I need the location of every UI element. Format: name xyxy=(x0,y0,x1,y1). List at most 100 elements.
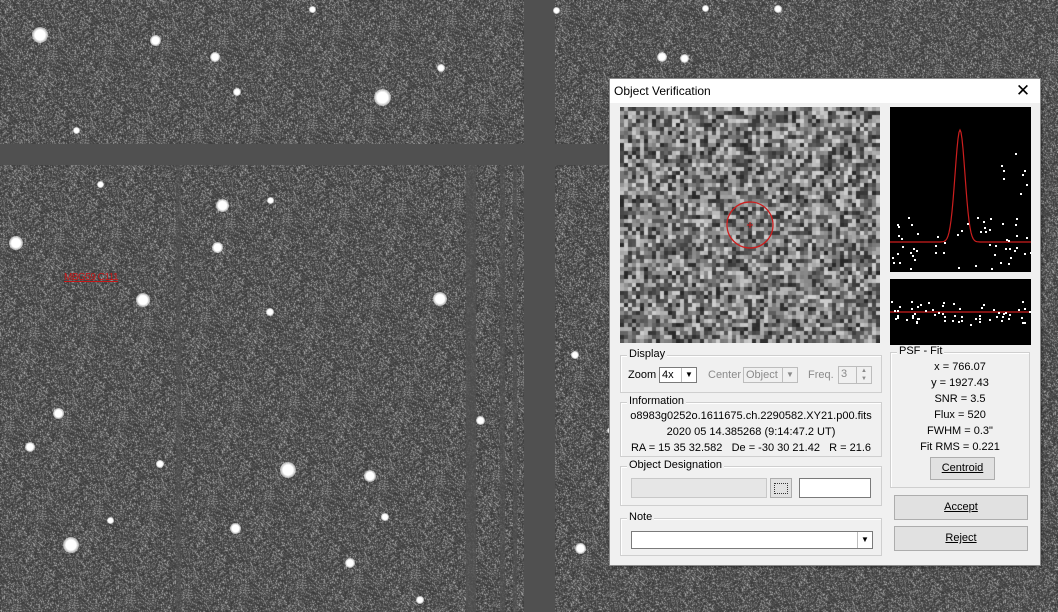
chevron-down-icon[interactable]: ▼ xyxy=(857,532,872,548)
reject-button[interactable]: Reject xyxy=(894,526,1028,551)
profile-point xyxy=(989,244,991,246)
centroid-button[interactable]: Centroid xyxy=(930,457,995,480)
profile-point xyxy=(935,245,937,247)
profile-point xyxy=(901,238,903,240)
profile-point xyxy=(985,231,987,233)
profile-point xyxy=(1026,237,1028,239)
profile-point xyxy=(958,267,960,269)
residual-point xyxy=(897,317,899,319)
object-stamp-image[interactable] xyxy=(620,107,880,343)
star xyxy=(215,198,229,212)
center-select[interactable]: Object ▼ xyxy=(743,367,798,383)
zoom-select[interactable]: 4x ▼ xyxy=(659,367,697,383)
profile-point xyxy=(1003,178,1005,180)
psf-snr: SNR = 3.5 xyxy=(934,393,986,405)
psf-x: x = 766.07 xyxy=(934,361,986,373)
object-verification-dialog: Object Verification ✕ Display Zoom 4x ▼ … xyxy=(609,78,1041,566)
profile-point xyxy=(1002,223,1004,225)
freq-spinner[interactable]: 3 ▲ ▼ xyxy=(838,366,872,384)
profile-point xyxy=(1008,240,1010,242)
crosshair-icon xyxy=(747,222,753,228)
profile-point xyxy=(910,268,912,270)
residual-point xyxy=(961,316,963,318)
residual-point xyxy=(983,304,985,306)
star xyxy=(416,596,424,604)
residual-point xyxy=(920,304,922,306)
psf-fit-group-label: PSF - Fit xyxy=(897,345,945,357)
residual-point xyxy=(1009,314,1011,316)
title-bar[interactable]: Object Verification ✕ xyxy=(610,79,1040,103)
profile-point xyxy=(893,262,895,264)
star xyxy=(25,442,35,452)
residual-point xyxy=(894,310,896,312)
residual-point xyxy=(911,301,913,303)
star xyxy=(106,516,114,524)
star xyxy=(149,34,161,46)
profile-point xyxy=(943,252,945,254)
profile-point xyxy=(1022,174,1024,176)
residual-point xyxy=(959,308,961,310)
residual-point xyxy=(961,320,963,322)
spin-up-icon[interactable]: ▲ xyxy=(856,367,871,375)
information-group: Information o8983g0252o.1611675.ch.22905… xyxy=(620,395,882,457)
accept-button[interactable]: Accept xyxy=(894,495,1028,520)
chevron-down-icon[interactable]: ▼ xyxy=(782,368,797,382)
freq-value: 3 xyxy=(841,368,848,380)
center-value: Object xyxy=(746,369,778,381)
close-icon[interactable]: ✕ xyxy=(1012,80,1034,102)
profile-point xyxy=(937,236,939,238)
residual-point xyxy=(944,316,946,318)
star xyxy=(657,52,667,62)
residual-point xyxy=(942,313,944,315)
profile-point xyxy=(991,268,993,270)
residual-point xyxy=(1002,316,1004,318)
residual-point xyxy=(1003,313,1005,315)
residual-point xyxy=(981,307,983,309)
note-select[interactable]: ▼ xyxy=(631,531,873,549)
residual-point xyxy=(1024,322,1026,324)
residual-point xyxy=(1022,322,1024,324)
residual-point xyxy=(897,310,899,312)
profile-point xyxy=(1001,165,1003,167)
profile-point xyxy=(910,252,912,254)
star xyxy=(571,351,579,359)
star xyxy=(52,407,64,419)
psf-profile-svg xyxy=(890,128,1031,270)
residual-point xyxy=(996,316,998,318)
profile-point xyxy=(1003,170,1005,172)
residual-point xyxy=(1021,317,1023,319)
star xyxy=(63,537,79,553)
residual-point xyxy=(1024,308,1026,310)
residual-point xyxy=(989,319,991,321)
residual-point xyxy=(1022,301,1024,303)
residual-point xyxy=(911,308,913,310)
star xyxy=(156,460,164,468)
residual-point xyxy=(942,305,944,307)
profile-point xyxy=(984,227,986,229)
star xyxy=(552,6,560,14)
ccd-stripe xyxy=(176,165,181,612)
designation-browse-button[interactable] xyxy=(770,478,792,498)
spin-down-icon[interactable]: ▼ xyxy=(856,375,871,383)
chevron-down-icon[interactable]: ▼ xyxy=(681,368,696,382)
profile-point xyxy=(898,226,900,228)
object-designation-label: Object Designation xyxy=(627,459,724,471)
center-label: Center xyxy=(708,369,742,381)
star xyxy=(381,513,389,521)
star xyxy=(266,196,274,204)
psf-profile-plot xyxy=(890,107,1031,272)
profile-point xyxy=(1010,257,1012,259)
profile-point xyxy=(961,230,963,232)
star xyxy=(229,522,241,534)
stamp-overlay xyxy=(726,201,774,249)
designation-extra-field[interactable] xyxy=(799,478,871,498)
profile-point xyxy=(1015,153,1017,155)
residual-point xyxy=(938,312,940,314)
ccd-gap-vertical xyxy=(524,0,555,612)
residual-point xyxy=(1005,312,1007,314)
profile-point xyxy=(1008,263,1010,265)
object-marker-label[interactable]: MBG59 C111 xyxy=(64,272,119,283)
star xyxy=(679,53,689,63)
designation-field[interactable] xyxy=(631,478,767,498)
note-group: Note ▼ xyxy=(620,511,882,556)
